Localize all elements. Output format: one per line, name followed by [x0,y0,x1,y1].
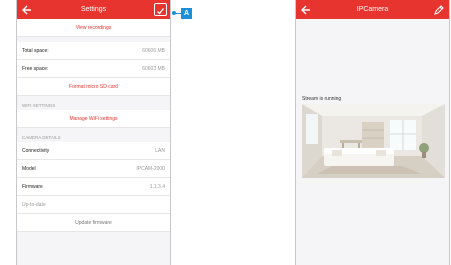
camera-stream-image[interactable] [302,104,445,178]
connectivity-row: Connectivity LAN [17,142,170,160]
stream-status: Stream is running [302,96,342,102]
connectivity-value: LAN [155,147,165,154]
format-sd-label: Format micro SD card [69,83,118,90]
update-firmware-label: Update firmware [75,219,112,226]
callout-a: A [172,7,192,19]
firmware-value: 1.1.3.4 [149,183,165,190]
pencil-icon[interactable] [433,3,445,15]
settings-screen: Settings View recordings Total space: 60… [16,0,171,265]
view-recordings-label: View recordings [75,24,112,31]
firmware-row: Firmware 1.1.3.4 [17,178,170,196]
model-row: Model IPCAM-2000 [17,160,170,178]
free-space-label: Free space: [22,65,49,72]
back-arrow-icon[interactable] [21,3,32,15]
update-firmware-button[interactable]: Update firmware [17,214,170,232]
total-space-label: Total space: [22,47,49,54]
manage-wifi-label: Manage WiFi settings [69,115,118,122]
view-recordings-button[interactable]: View recordings [17,19,170,37]
model-value: IPCAM-2000 [136,165,165,172]
total-space-row: Total space: 60606 MB [17,42,170,60]
up-to-date-label: Up-to-date [22,201,46,208]
settings-app-bar: Settings [17,0,170,19]
model-label: Model [22,165,36,172]
format-sd-button[interactable]: Format micro SD card [17,78,170,96]
firmware-label: Firmware [22,183,43,190]
camera-screen: IPCamera Stream is running [295,0,450,265]
wifi-section-header: WIFI SETTINGS [17,96,170,110]
callout-badge: A [181,7,192,19]
camera-details-header: CAMERA DETAILS [17,128,170,142]
page-title: Settings [80,6,107,13]
connectivity-label: Connectivity [22,147,50,154]
manage-wifi-button[interactable]: Manage WiFi settings [17,110,170,128]
back-arrow-icon[interactable] [300,3,311,15]
camera-app-bar: IPCamera [296,0,449,19]
free-space-value: 60603 MB [142,65,165,72]
free-space-row: Free space: 60603 MB [17,60,170,78]
up-to-date-row: Up-to-date [17,196,170,214]
camera-title: IPCamera [356,6,389,13]
total-space-value: 60606 MB [142,47,165,54]
checkbox-icon[interactable] [154,3,167,16]
